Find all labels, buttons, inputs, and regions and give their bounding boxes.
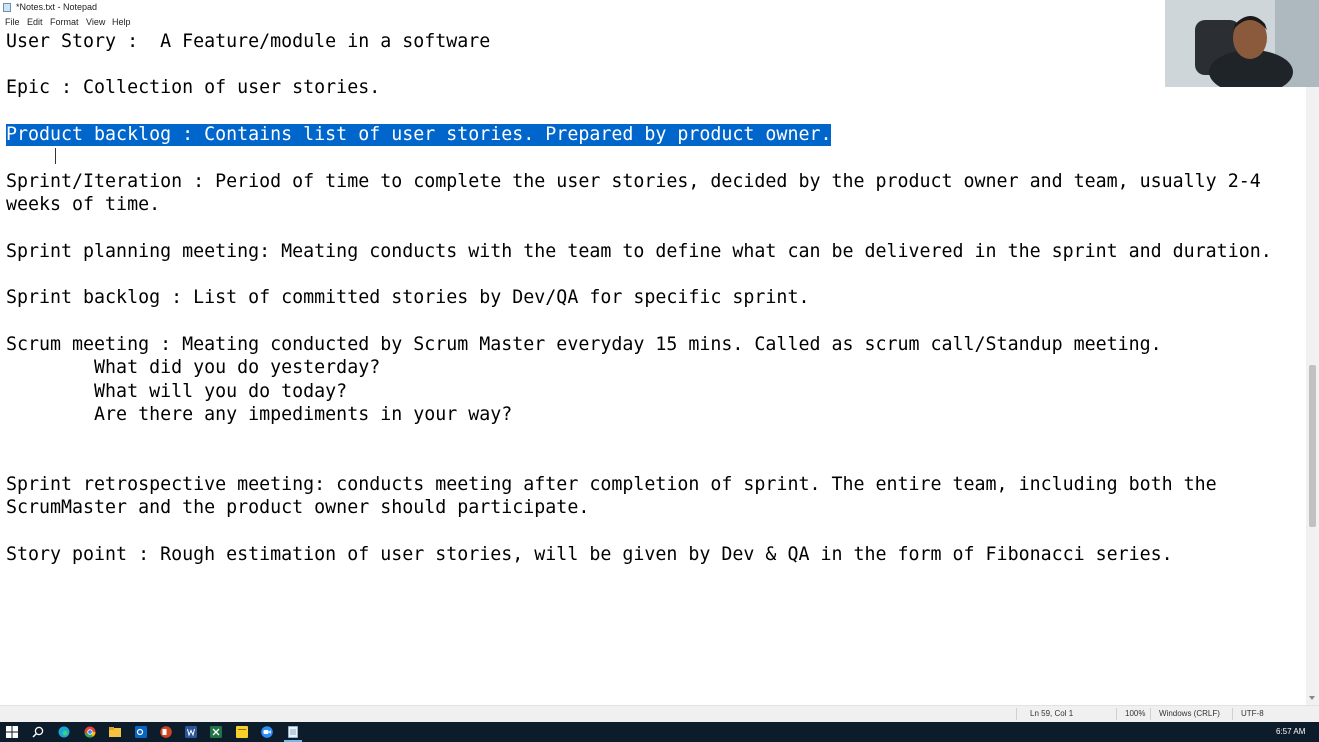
text-line: ScrumMaster and the product owner should… xyxy=(6,497,590,518)
vertical-scrollbar[interactable] xyxy=(1306,30,1319,705)
edge-icon[interactable] xyxy=(58,726,70,738)
windows-start-icon[interactable] xyxy=(6,726,18,738)
window-title: *Notes.txt - Notepad xyxy=(16,2,98,12)
scrollbar-thumb[interactable] xyxy=(1309,365,1316,527)
text-line: Sprint/Iteration : Period of time to com… xyxy=(6,171,1261,192)
zoom-icon[interactable] xyxy=(261,726,273,738)
powerpoint-icon[interactable] xyxy=(160,726,172,738)
taskbar-clock[interactable]: 6:57 AM xyxy=(1276,722,1305,742)
notepad-icon[interactable] xyxy=(287,726,299,738)
text-line: Scrum meeting : Meating conducted by Scr… xyxy=(6,334,1162,355)
text-line: Sprint backlog : List of committed stori… xyxy=(6,287,810,308)
outlook-icon[interactable] xyxy=(135,726,147,738)
text-line: Sprint retrospective meeting: conducts m… xyxy=(6,474,1217,495)
search-icon[interactable] xyxy=(32,726,44,738)
text-line: Sprint planning meeting: Meating conduct… xyxy=(6,241,1272,262)
line-ending: Windows (CRLF) xyxy=(1159,709,1220,718)
text-line: Story point : Rough estimation of user s… xyxy=(6,544,1173,565)
word-icon[interactable] xyxy=(185,726,197,738)
menu-help[interactable]: Help xyxy=(112,15,131,30)
sticky-notes-icon[interactable] xyxy=(236,726,248,738)
cursor-position: Ln 59, Col 1 xyxy=(1030,709,1074,718)
text-editor[interactable]: User Story : A Feature/module in a softw… xyxy=(0,30,1306,705)
webcam-overlay xyxy=(1165,0,1319,87)
chrome-icon[interactable] xyxy=(84,726,96,738)
selected-text-line: Product backlog : Contains list of user … xyxy=(6,124,832,146)
text-line: What will you do today? xyxy=(6,381,348,402)
menu-bar: File Edit Format View Help xyxy=(0,15,1319,30)
text-line: User Story : A Feature/module in a softw… xyxy=(6,31,491,52)
menu-format[interactable]: Format xyxy=(50,15,79,30)
encoding: UTF-8 xyxy=(1241,709,1264,718)
menu-file[interactable]: File xyxy=(5,15,20,30)
status-bar: Ln 59, Col 1 100% Windows (CRLF) UTF-8 xyxy=(0,705,1319,722)
menu-edit[interactable]: Edit xyxy=(27,15,43,30)
file-explorer-icon[interactable] xyxy=(109,726,121,738)
notepad-icon xyxy=(3,3,11,12)
text-line: weeks of time. xyxy=(6,194,161,215)
scroll-down-arrow-icon[interactable] xyxy=(1309,696,1315,700)
title-bar: *Notes.txt - Notepad xyxy=(0,0,1319,15)
text-line: Epic : Collection of user stories. xyxy=(6,77,381,98)
excel-icon[interactable] xyxy=(210,726,222,738)
taskbar: 6:57 AM xyxy=(0,722,1319,742)
menu-view[interactable]: View xyxy=(86,15,105,30)
text-line: What did you do yesterday? xyxy=(6,357,381,378)
i-beam-cursor xyxy=(55,148,56,164)
text-line: Are there any impediments in your way? xyxy=(6,404,513,425)
presenter-video-icon xyxy=(1165,0,1319,87)
zoom-level: 100% xyxy=(1125,709,1146,718)
